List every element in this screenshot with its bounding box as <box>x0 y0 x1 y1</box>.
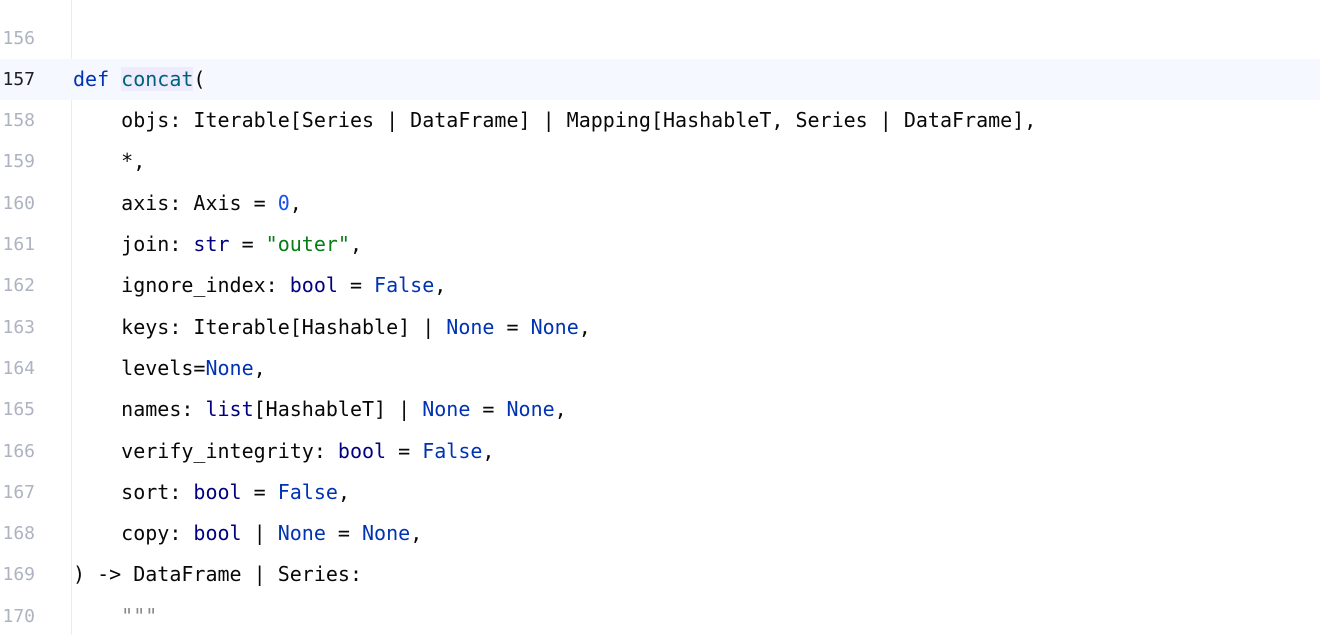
code-text[interactable]: copy: bool | None = None, <box>73 513 422 554</box>
code-token: bool <box>337 438 387 463</box>
code-token: copy: <box>73 521 194 546</box>
code-token: verify_integrity: <box>73 438 338 463</box>
code-token: , <box>289 190 302 215</box>
code-token: bool <box>193 521 242 546</box>
code-token: = <box>470 397 507 422</box>
code-token: names: <box>73 397 206 422</box>
code-text[interactable]: sort: bool = False, <box>73 472 350 513</box>
code-line[interactable]: 158 objs: Iterable[Series | DataFrame] |… <box>0 100 1320 141</box>
code-line[interactable]: 161 join: str = "outer", <box>0 224 1320 265</box>
code-text[interactable]: objs: Iterable[Series | DataFrame] | Map… <box>73 100 1036 141</box>
code-token: , <box>349 232 363 256</box>
code-line[interactable]: 167 sort: bool = False, <box>0 472 1320 513</box>
code-token: None <box>422 397 471 422</box>
code-token: 0 <box>277 190 290 215</box>
line-number: 164 <box>2 357 35 379</box>
code-text[interactable]: levels=None, <box>73 348 266 389</box>
code-token: , <box>253 355 266 380</box>
code-line[interactable]: 157 def concat( <box>0 58 1320 100</box>
code-token: *, <box>73 149 146 174</box>
code-line[interactable]: 165 names: list[HashableT] | None = None… <box>0 389 1320 430</box>
code-token: [HashableT] | <box>253 397 423 422</box>
line-number: 161 <box>2 234 35 255</box>
code-token: objs: Iterable[Series | DataFrame] | Map… <box>73 108 1037 133</box>
line-number: 162 <box>2 275 35 297</box>
code-token: list <box>205 397 254 422</box>
code-line[interactable]: 170 """ <box>0 596 1320 635</box>
code-token: = <box>229 232 266 256</box>
code-editor[interactable]: 155 156157def concat(158 objs: Iterable[… <box>0 0 1320 635</box>
code-token: bool <box>289 273 338 298</box>
code-text[interactable]: ) -> DataFrame | Series: <box>73 554 362 595</box>
code-token: def <box>73 66 110 91</box>
code-token: keys: Iterable[Hashable] | <box>73 314 447 339</box>
code-line[interactable]: 163 keys: Iterable[Hashable] | None = No… <box>0 307 1320 348</box>
code-token: False <box>277 479 338 504</box>
code-token: levels= <box>73 355 206 380</box>
code-token: = <box>494 314 531 339</box>
code-token: bool <box>193 479 242 504</box>
code-token: = <box>337 273 375 298</box>
line-number: 157 <box>2 68 35 90</box>
code-token: , <box>554 397 567 422</box>
code-line[interactable]: 160 axis: Axis = 0, <box>0 183 1320 224</box>
code-token: "outer" <box>265 232 350 256</box>
code-token: = <box>386 438 423 463</box>
code-token: = <box>325 521 363 546</box>
code-text[interactable]: *, <box>73 141 145 182</box>
code-token: None <box>362 521 411 546</box>
code-token: False <box>422 438 483 463</box>
code-line[interactable]: 169 ) -> DataFrame | Series: <box>0 554 1320 595</box>
line-number: 158 <box>2 110 35 132</box>
code-line[interactable]: 162 ignore_index: bool = False, <box>0 265 1320 306</box>
code-text[interactable]: keys: Iterable[Hashable] | None = None, <box>73 307 591 348</box>
code-token: None <box>205 355 254 380</box>
line-number: 156 <box>2 27 35 49</box>
code-token: sort: <box>73 479 194 504</box>
code-token: None <box>530 314 579 339</box>
line-number-partial: 155 <box>0 0 35 14</box>
line-number: 165 <box>2 399 35 421</box>
code-token: None <box>446 314 495 339</box>
code-token: , <box>578 314 591 339</box>
code-token: join: <box>73 232 194 256</box>
code-token: ( <box>193 66 206 91</box>
code-token: | <box>241 521 278 546</box>
code-token: , <box>337 479 350 504</box>
code-line[interactable]: 168 copy: bool | None = None, <box>0 513 1320 554</box>
line-number: 160 <box>2 192 35 214</box>
code-text[interactable]: join: str = "outer", <box>73 224 362 265</box>
code-text[interactable]: names: list[HashableT] | None = None, <box>73 389 567 430</box>
code-text[interactable]: def concat( <box>73 59 205 100</box>
code-token: str <box>193 232 230 256</box>
line-number: 170 <box>2 605 35 627</box>
code-token: , <box>482 438 495 463</box>
code-line[interactable]: 156 <box>0 18 1320 59</box>
code-token: """ <box>73 603 158 628</box>
line-number: 159 <box>2 151 35 173</box>
code-token: = <box>241 479 278 504</box>
code-token: ignore_index: <box>73 273 290 298</box>
code-text[interactable]: """ <box>73 596 157 635</box>
code-line[interactable]: 159 *, <box>0 141 1320 182</box>
code-token: , <box>434 273 447 298</box>
line-number: 168 <box>2 523 35 545</box>
line-number: 169 <box>2 564 35 586</box>
line-number: 163 <box>2 316 35 338</box>
code-text[interactable]: axis: Axis = 0, <box>73 183 302 224</box>
code-token: axis: Axis = <box>73 190 278 215</box>
line-number: 166 <box>2 440 35 462</box>
code-line[interactable]: 164 levels=None, <box>0 348 1320 389</box>
code-token: False <box>374 273 435 298</box>
code-token: , <box>410 521 423 546</box>
code-text[interactable]: verify_integrity: bool = False, <box>73 431 494 472</box>
function-name-token: concat <box>121 66 194 91</box>
code-line[interactable]: 166 verify_integrity: bool = False, <box>0 431 1320 472</box>
code-text[interactable]: ignore_index: bool = False, <box>73 265 446 306</box>
code-token: None <box>506 397 555 422</box>
code-token: ) -> DataFrame | Series: <box>73 562 362 587</box>
line-number: 167 <box>2 481 35 503</box>
code-token: None <box>277 521 326 546</box>
